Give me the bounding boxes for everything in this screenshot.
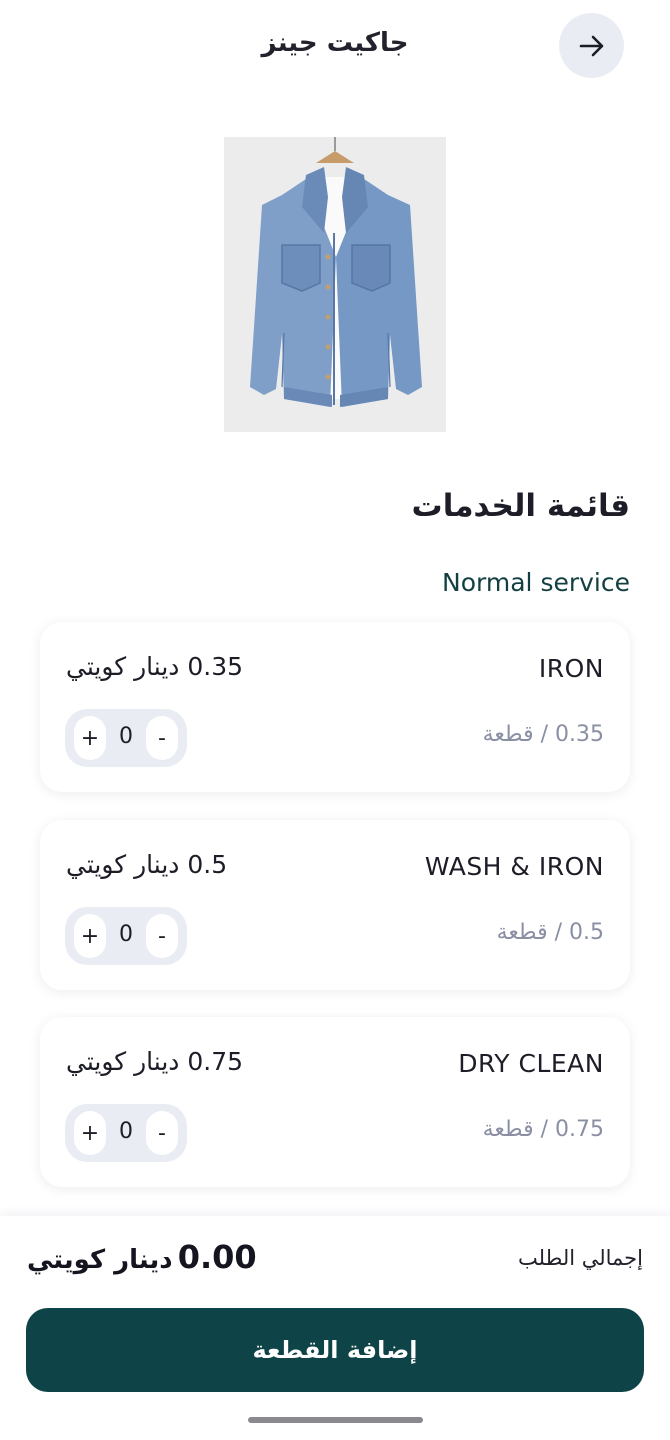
denim-jacket-illustration: [224, 137, 446, 432]
service-unit-price: 0.75 / قطعة: [482, 1117, 604, 1142]
home-indicator[interactable]: [248, 1417, 423, 1423]
service-name: DRY CLEAN: [458, 1049, 604, 1078]
quantity-stepper: + 0 -: [65, 907, 187, 965]
service-name: IRON: [538, 654, 604, 683]
service-name: WASH & IRON: [424, 852, 604, 881]
services-title: قائمة الخدمات: [411, 488, 630, 524]
service-price: 0.5 دينار كويتي: [66, 850, 228, 879]
product-image: [224, 137, 446, 432]
service-card-wash-iron: WASH & IRON 0.5 دينار كويتي 0.5 / قطعة +…: [40, 820, 630, 990]
top-bar: جاكيت جينز: [0, 0, 670, 95]
order-total-label: إجمالي الطلب: [518, 1246, 643, 1270]
order-total-value: 0.00: [177, 1238, 257, 1276]
service-unit-price: 0.5 / قطعة: [496, 920, 604, 945]
arrow-right-icon: [579, 35, 603, 56]
quantity-stepper: + 0 -: [65, 1104, 187, 1162]
order-total-currency: دينار كويتي: [27, 1245, 173, 1275]
decrement-button[interactable]: -: [146, 914, 178, 958]
add-item-button[interactable]: إضافة القطعة: [26, 1308, 644, 1392]
service-price: 0.75 دينار كويتي: [66, 1047, 244, 1076]
service-card-iron: IRON 0.35 دينار كويتي 0.35 / قطعة + 0 -: [40, 622, 630, 792]
service-card-dry-clean: DRY CLEAN 0.75 دينار كويتي 0.75 / قطعة +…: [40, 1017, 630, 1187]
service-unit-price: 0.35 / قطعة: [482, 722, 604, 747]
service-category-label: Normal service: [442, 568, 630, 597]
order-total-amount: 0.00 دينار كويتي: [27, 1238, 257, 1276]
decrement-button[interactable]: -: [146, 716, 178, 760]
decrement-button[interactable]: -: [146, 1111, 178, 1155]
quantity-stepper: + 0 -: [65, 709, 187, 767]
order-footer: إجمالي الطلب 0.00 دينار كويتي إضافة القط…: [0, 1216, 670, 1440]
service-price: 0.35 دينار كويتي: [66, 652, 244, 681]
back-button[interactable]: [559, 13, 624, 78]
